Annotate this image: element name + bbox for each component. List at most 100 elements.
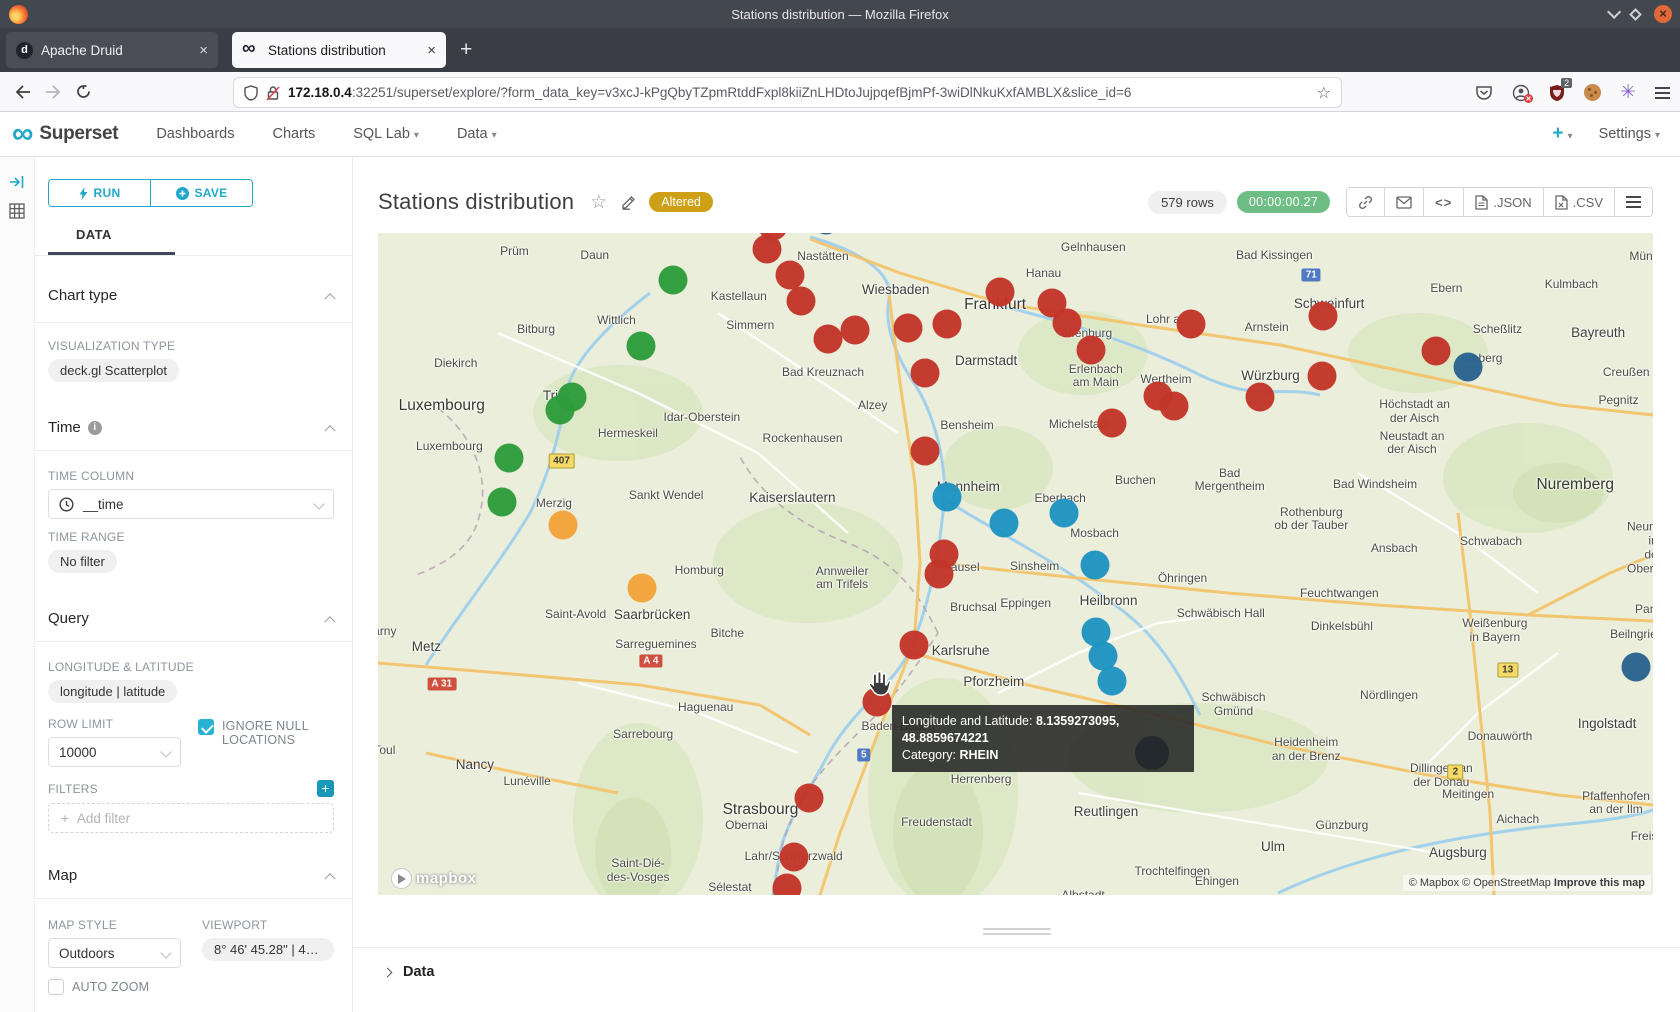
map-point-red[interactable] <box>779 843 808 872</box>
cookie-icon[interactable] <box>1584 84 1601 101</box>
map-point-blue[interactable] <box>1080 550 1109 579</box>
save-button[interactable]: SAVE <box>151 180 252 206</box>
chevron-up-icon[interactable] <box>324 293 335 304</box>
insecure-lock-icon[interactable] <box>266 85 280 101</box>
map-point-red[interactable] <box>1246 383 1275 412</box>
expand-panel-icon[interactable] <box>9 175 25 189</box>
edit-properties-icon[interactable] <box>621 194 637 210</box>
url-bar[interactable]: 172.18.0.4:32251/superset/explore/?form_… <box>234 78 1341 107</box>
chevron-up-icon[interactable] <box>324 425 335 436</box>
section-query[interactable]: Query <box>48 610 334 627</box>
map-point-orange[interactable] <box>627 573 656 602</box>
map-point-green[interactable] <box>658 266 687 295</box>
section-chart-type[interactable]: Chart type <box>48 287 334 304</box>
nav-settings[interactable]: Settings▾ <box>1599 126 1660 142</box>
reload-button[interactable] <box>68 78 98 106</box>
pocket-icon[interactable] <box>1475 85 1493 101</box>
viz-type-value[interactable]: deck.gl Scatterplot <box>48 359 179 382</box>
tracking-shield-icon[interactable] <box>244 85 258 101</box>
map-point-red[interactable] <box>925 559 954 588</box>
map-point-navy[interactable] <box>811 233 840 235</box>
add-filter-plus-button[interactable]: + <box>317 780 334 797</box>
nav-sql-lab[interactable]: SQL Lab▾ <box>353 126 419 142</box>
map-point-blue[interactable] <box>990 508 1019 537</box>
ignore-null-checkbox[interactable] <box>198 719 214 735</box>
map-point-navy[interactable] <box>1454 353 1483 382</box>
mapbox-logo[interactable]: mapbox <box>391 868 477 889</box>
window-minimize-icon[interactable] <box>1607 5 1621 19</box>
chevron-right-icon[interactable] <box>383 967 393 977</box>
embed-code-button[interactable]: <> <box>1424 188 1464 216</box>
map-point-green[interactable] <box>546 395 575 424</box>
account-icon[interactable] <box>1512 84 1530 102</box>
add-filter-box[interactable]: + Add filter <box>48 803 334 833</box>
map-point-red[interactable] <box>1422 336 1451 365</box>
map-point-red[interactable] <box>1307 361 1336 390</box>
time-range-value[interactable]: No filter <box>48 550 117 573</box>
lonlat-value[interactable]: longitude | latitude <box>48 680 177 703</box>
tab-apache-druid[interactable]: d Apache Druid × <box>6 32 218 68</box>
window-maximize-icon[interactable] <box>1629 8 1642 21</box>
map-attribution[interactable]: © Mapbox © OpenStreetMap Improve this ma… <box>1403 875 1651 891</box>
export-csv-button[interactable]: .CSV <box>1544 188 1615 216</box>
nav-add-button[interactable]: +▾ <box>1552 123 1572 145</box>
copy-link-button[interactable] <box>1347 188 1385 216</box>
menu-hamburger-icon[interactable] <box>1655 87 1670 99</box>
map-point-red[interactable] <box>986 277 1015 306</box>
map-point-red[interactable] <box>773 874 802 895</box>
new-tab-button[interactable]: + <box>460 38 472 62</box>
map-point-red[interactable] <box>1177 310 1206 339</box>
map-point-navy[interactable] <box>1622 652 1651 681</box>
tab-stations-distribution[interactable]: ∞ Stations distribution × <box>232 32 446 68</box>
map-point-red[interactable] <box>899 630 928 659</box>
map-point-red[interactable] <box>794 784 823 813</box>
map-style-select[interactable]: Outdoors <box>48 938 181 968</box>
container-asterisk-icon[interactable]: ✳ <box>1620 81 1636 104</box>
nav-dashboards[interactable]: Dashboards <box>156 126 234 142</box>
improve-map-link[interactable]: Improve this map <box>1554 877 1645 889</box>
map-point-red[interactable] <box>1052 309 1081 338</box>
datasource-grid-icon[interactable] <box>9 203 25 219</box>
map-point-red[interactable] <box>840 315 869 344</box>
section-time[interactable]: Timei <box>48 419 334 436</box>
section-map[interactable]: Map <box>48 867 334 884</box>
map-point-green[interactable] <box>495 444 524 473</box>
nav-data[interactable]: Data▾ <box>457 126 497 142</box>
map-point-red[interactable] <box>814 324 843 353</box>
run-button[interactable]: RUN <box>49 180 151 206</box>
auto-zoom-checkbox[interactable] <box>48 979 64 995</box>
nav-charts[interactable]: Charts <box>273 126 316 142</box>
map-point-red[interactable] <box>1076 336 1105 365</box>
viewport-value[interactable]: 8° 46' 45.28" | 49… <box>202 938 334 961</box>
map-point-red[interactable] <box>1159 391 1188 420</box>
map-point-red[interactable] <box>894 314 923 343</box>
map-point-red[interactable] <box>1098 408 1127 437</box>
export-json-button[interactable]: .JSON <box>1464 188 1543 216</box>
resize-handle[interactable] <box>983 928 1051 935</box>
window-close-button[interactable]: × <box>1654 5 1672 23</box>
map-point-red[interactable] <box>1308 302 1337 331</box>
chevron-up-icon[interactable] <box>324 616 335 627</box>
map-point-red[interactable] <box>910 359 939 388</box>
map-point-blue[interactable] <box>1049 499 1078 528</box>
data-results-panel[interactable]: Data <box>353 947 1680 980</box>
url-text[interactable]: 172.18.0.4:32251/superset/explore/?form_… <box>288 85 1309 100</box>
map-point-blue[interactable] <box>932 483 961 512</box>
map-point-green[interactable] <box>487 488 516 517</box>
forward-button[interactable] <box>38 78 68 106</box>
map-point-red[interactable] <box>787 286 816 315</box>
map-point-red[interactable] <box>775 260 804 289</box>
deckgl-map[interactable]: PrümDaunNastättenGelnhausenHanauWiesbade… <box>378 233 1653 895</box>
tab-close-icon[interactable]: × <box>427 42 436 59</box>
map-point-orange[interactable] <box>548 510 577 539</box>
back-button[interactable] <box>8 78 38 106</box>
email-button[interactable] <box>1385 188 1424 216</box>
chevron-up-icon[interactable] <box>324 873 335 884</box>
chart-menu-button[interactable] <box>1615 188 1652 216</box>
map-point-red[interactable] <box>932 310 961 339</box>
time-column-select[interactable]: __time <box>48 489 334 519</box>
map-point-blue[interactable] <box>1098 666 1127 695</box>
row-limit-select[interactable]: 10000 <box>48 737 181 767</box>
bookmark-star-icon[interactable]: ☆ <box>1317 83 1331 103</box>
tab-close-icon[interactable]: × <box>199 42 208 59</box>
